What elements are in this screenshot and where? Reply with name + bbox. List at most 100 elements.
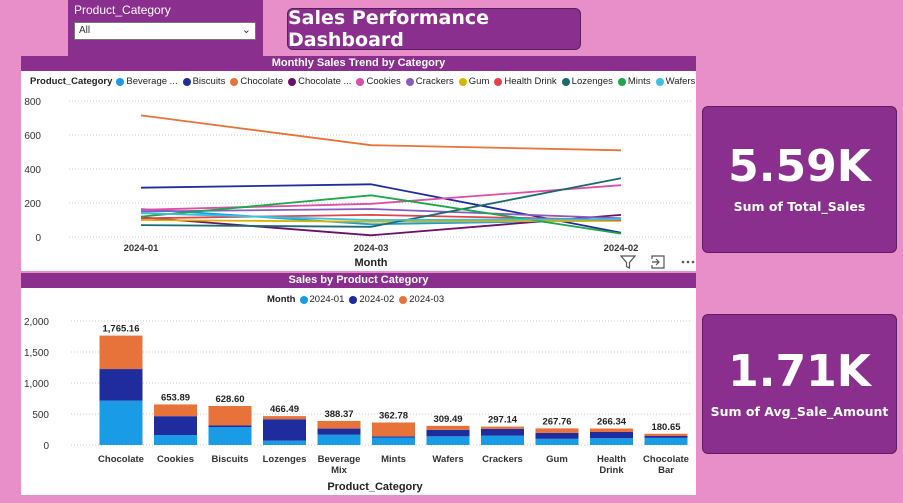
bar-segment [99, 369, 143, 401]
bar-segment [263, 419, 306, 441]
legend-marker [349, 295, 358, 304]
bar-segment [481, 426, 524, 429]
legend-item[interactable]: 2024-03 [399, 294, 444, 305]
bar-segment [590, 438, 633, 445]
legend-title: Product_Category [30, 76, 113, 87]
legend-item[interactable]: 2024-02 [349, 294, 394, 305]
dropdown-value: All [79, 25, 91, 36]
y-tick-label: 0 [43, 441, 49, 452]
legend-label: 2024-01 [309, 294, 345, 305]
bar-segment [317, 434, 361, 445]
legend-marker [230, 77, 239, 86]
legend-item[interactable]: Biscuits [182, 76, 225, 87]
bar-segment [372, 436, 415, 438]
legend-label: Beverage ... [126, 76, 178, 87]
legend-label: Wafers [665, 76, 696, 87]
bar-segment [481, 435, 524, 445]
x-tick-label: Bar [658, 465, 674, 476]
legend-marker [182, 77, 191, 86]
legend-item[interactable]: Crackers [405, 76, 454, 87]
x-tick-label: Health [597, 454, 626, 465]
y-tick-label: 1,500 [24, 348, 49, 359]
y-tick-label: 800 [24, 97, 41, 108]
bar-segment [590, 428, 633, 432]
bar-segment [426, 436, 470, 445]
legend-item[interactable]: Chocolate ... [288, 76, 351, 87]
legend-marker [655, 77, 664, 86]
x-tick-label: 2024-03 [354, 243, 389, 254]
bar-segment [154, 416, 197, 436]
legend-item[interactable]: Beverage ... [116, 76, 178, 87]
data-label: 297.14 [488, 415, 518, 426]
x-axis-label: Month [355, 257, 388, 269]
filter-icon[interactable] [620, 254, 636, 270]
x-tick-label: Chocolate [98, 454, 144, 465]
bar-segment [372, 437, 415, 445]
line-chart-svg: 02004006008002024-01 2024-03 2024-02Month [24, 97, 691, 269]
legend-item[interactable]: Mints [617, 76, 651, 87]
x-tick-label: Mints [381, 454, 406, 465]
bar-segment [644, 436, 688, 438]
x-tick-label: Beverage [318, 454, 361, 465]
y-tick-label: 0 [35, 233, 41, 244]
kpi-label: Sum of Total_Sales [733, 199, 866, 214]
legend-label: Mints [627, 76, 651, 87]
bar-segment [481, 428, 524, 436]
line-chart-legend: Product_Category Beverage ... Biscuits Choc… [21, 71, 696, 87]
x-tick-label: Crackers [482, 454, 523, 465]
line-chart-title: Monthly Sales Trend by Category [21, 56, 696, 71]
y-tick-label: 600 [24, 131, 41, 142]
bar-segment [154, 404, 197, 417]
slicer-title: Product_Category [74, 3, 171, 17]
bar-segment [208, 406, 252, 426]
category-dropdown[interactable]: All ⌄ [74, 22, 256, 40]
legend-marker [299, 295, 308, 304]
legend-label: Gum [468, 76, 490, 87]
kpi-value: 1.71K [728, 345, 871, 397]
legend-item[interactable]: Cookies [356, 76, 401, 87]
bar-segment [535, 428, 579, 433]
kpi-value: 5.59K [728, 141, 871, 192]
dashboard-title: Sales Performance Dashboard [288, 7, 489, 51]
x-tick-label: Wafers [432, 454, 463, 465]
bar-segment [208, 425, 252, 428]
bar-segment [99, 400, 143, 445]
bar-segment [535, 438, 579, 445]
x-tick-label: Biscuits [212, 454, 249, 465]
legend-label: Chocolate ... [298, 76, 352, 87]
legend-title: Month [267, 294, 296, 305]
series-line [140, 114, 622, 152]
chevron-down-icon[interactable]: ⌄ [242, 23, 251, 36]
legend-label: 2024-03 [409, 294, 445, 305]
data-label: 628.60 [215, 394, 244, 405]
legend-item[interactable]: Lozenges [561, 76, 613, 87]
bar-segment [535, 432, 579, 439]
legend-item[interactable]: Chocolate [230, 76, 283, 87]
x-tick-label: Gum [546, 454, 568, 465]
legend-item[interactable]: Wafers [655, 76, 696, 87]
bar-segment [317, 420, 361, 429]
data-label: 653.89 [161, 392, 190, 403]
legend-label: Lozenges [571, 76, 613, 87]
legend-marker [356, 77, 365, 86]
legend-item[interactable]: Gum [458, 76, 490, 87]
bar-chart-panel: Sales by Product Category Month 2024-01 20… [21, 273, 696, 495]
y-tick-label: 500 [32, 410, 49, 421]
more-options-icon[interactable] [680, 254, 696, 270]
data-label: 1,765.16 [103, 324, 140, 335]
focus-mode-icon[interactable] [650, 254, 666, 270]
visual-toolbar [620, 253, 696, 271]
legend-label: 2024-02 [359, 294, 395, 305]
bar-segment [263, 416, 306, 420]
y-tick-label: 1,000 [24, 379, 49, 390]
bar-chart-svg: 0 500 1,000 1,500 2,000 1,765.16 Chocolate 653.… [24, 317, 691, 493]
data-label: 267.76 [542, 416, 571, 427]
bar-chart-title: Sales by Product Category [21, 273, 696, 288]
y-tick-label: 2,000 [24, 317, 49, 328]
bar-segment [208, 427, 252, 445]
bar-segment [154, 435, 197, 445]
bar-segment [317, 428, 361, 435]
legend-item[interactable]: Health Drink [494, 76, 557, 87]
bar-segment [263, 440, 306, 445]
legend-item[interactable]: 2024-01 [299, 294, 345, 305]
